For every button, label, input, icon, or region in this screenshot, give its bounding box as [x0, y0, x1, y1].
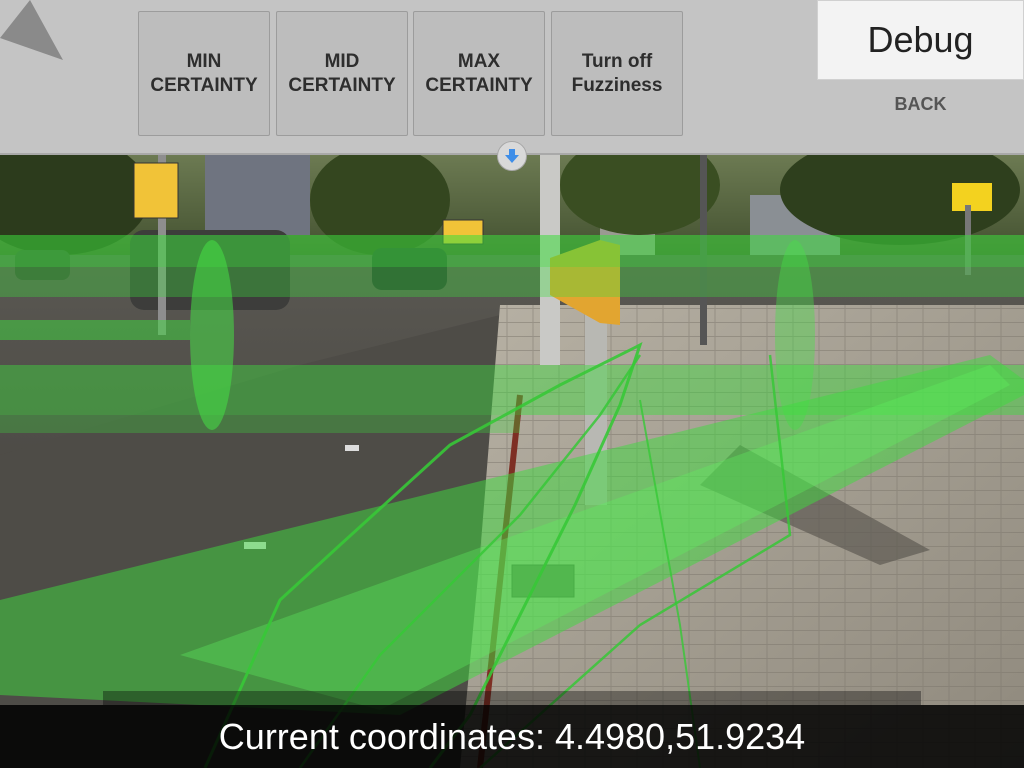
route-band: [0, 267, 1024, 297]
route-band: [0, 235, 1024, 267]
route-band: [0, 320, 190, 340]
metro-sign: [952, 183, 992, 211]
current-coordinates-label: Current coordinates: 4.4980,51.9234: [218, 715, 806, 757]
max-certainty-button[interactable]: MAX CERTAINTY: [413, 11, 545, 136]
building: [205, 155, 310, 235]
navigation-arrow-icon: [0, 0, 70, 70]
coordinates-bar: Current coordinates: 4.4980,51.9234: [0, 705, 1024, 768]
route-band: [0, 415, 520, 433]
collapse-toolbar-button[interactable]: [497, 141, 527, 171]
mid-certainty-button[interactable]: MID CERTAINTY: [276, 11, 408, 136]
top-toolbar: MIN CERTAINTY MID CERTAINTY MAX CERTAINT…: [0, 0, 1024, 155]
arrow-down-icon: [505, 149, 519, 163]
ar-navigation-screen: MIN CERTAINTY MID CERTAINTY MAX CERTAINT…: [0, 0, 1024, 768]
route-volume-end: [190, 240, 234, 430]
camera-view: [0, 155, 1024, 768]
turn-off-fuzziness-button[interactable]: Turn off Fuzziness: [551, 11, 683, 136]
back-button[interactable]: BACK: [817, 88, 1024, 120]
debug-button[interactable]: Debug: [817, 0, 1024, 80]
coordinates-bar-shadow: [103, 691, 921, 705]
min-certainty-button[interactable]: MIN CERTAINTY: [138, 11, 270, 136]
lane-marking: [345, 445, 359, 451]
street-sign: [133, 162, 179, 219]
